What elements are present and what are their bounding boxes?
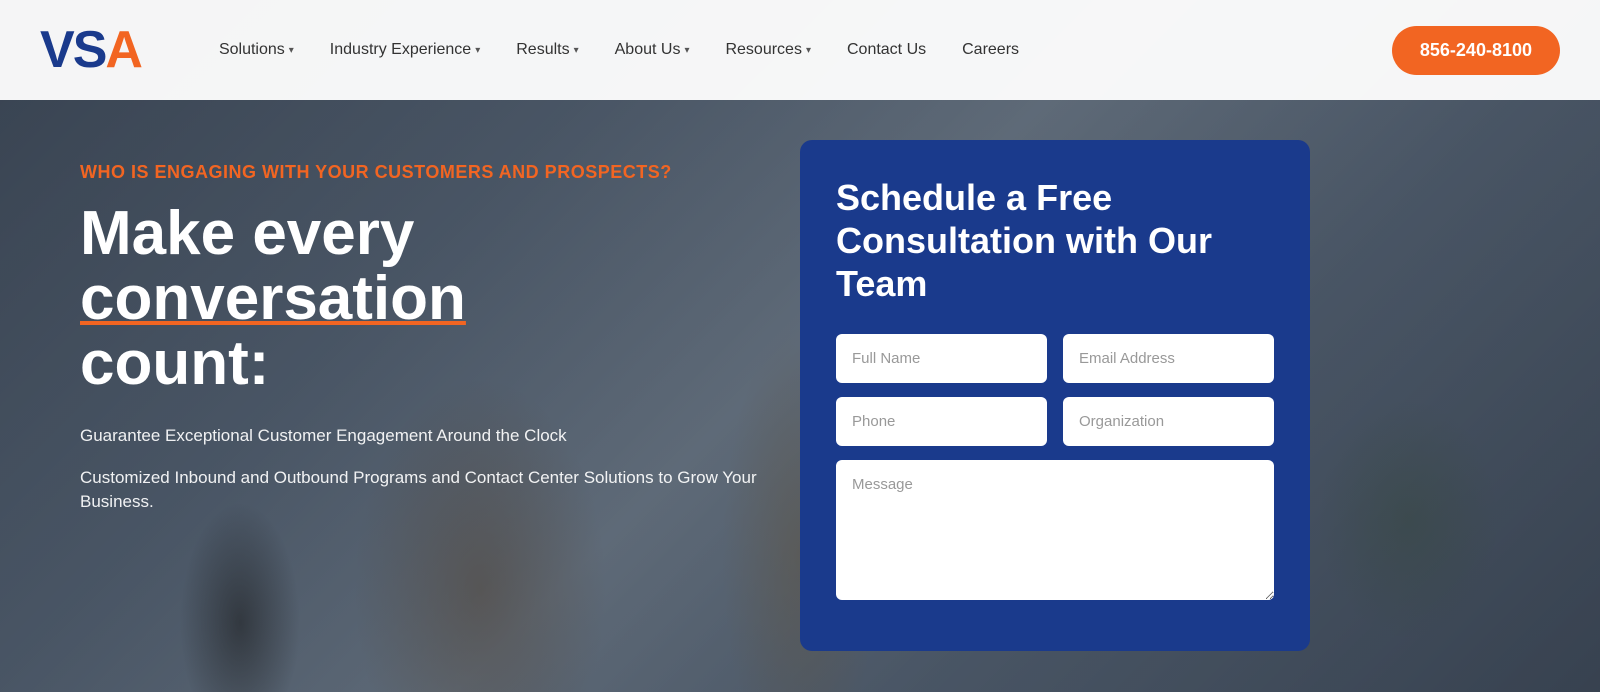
hero-bullet-2: Customized Inbound and Outbound Programs… [80, 466, 760, 514]
chevron-down-icon: ▾ [289, 45, 294, 56]
chevron-down-icon: ▾ [475, 45, 480, 56]
chevron-down-icon: ▾ [574, 45, 579, 56]
nav-solutions[interactable]: Solutions ▾ [201, 31, 312, 69]
email-input[interactable] [1063, 334, 1274, 383]
chevron-down-icon: ▾ [684, 45, 689, 56]
phone-input[interactable] [836, 397, 1047, 446]
logo-v: V [40, 21, 73, 79]
consultation-form-panel: Schedule a Free Consultation with Our Te… [800, 140, 1310, 651]
main-nav: Solutions ▾ Industry Experience ▾ Result… [201, 31, 1392, 69]
hero-bullet-1: Guarantee Exceptional Customer Engagemen… [80, 424, 760, 448]
organization-input[interactable] [1063, 397, 1274, 446]
form-row-phone-org [836, 397, 1274, 446]
nav-resources[interactable]: Resources ▾ [707, 31, 829, 69]
full-name-input[interactable] [836, 334, 1047, 383]
form-title: Schedule a Free Consultation with Our Te… [836, 176, 1274, 306]
form-row-name-email [836, 334, 1274, 383]
nav-contact-us[interactable]: Contact Us [829, 31, 944, 69]
logo-s: S [73, 21, 106, 79]
phone-button[interactable]: 856-240-8100 [1392, 26, 1560, 75]
logo-a: A [105, 21, 141, 79]
chevron-down-icon: ▾ [806, 45, 811, 56]
nav-careers[interactable]: Careers [944, 31, 1037, 69]
message-textarea[interactable] [836, 460, 1274, 600]
hero-left-content: WHO IS ENGAGING WITH YOUR CUSTOMERS AND … [80, 140, 760, 514]
nav-results[interactable]: Results ▾ [498, 31, 596, 69]
nav-industry-experience[interactable]: Industry Experience ▾ [312, 31, 498, 69]
hero-headline: Make every conversation count: [80, 201, 760, 396]
hero-eyebrow: WHO IS ENGAGING WITH YOUR CUSTOMERS AND … [80, 160, 760, 185]
logo[interactable]: VSA [40, 24, 141, 76]
hero-section: WHO IS ENGAGING WITH YOUR CUSTOMERS AND … [0, 100, 1600, 692]
header: VSA Solutions ▾ Industry Experience ▾ Re… [0, 0, 1600, 100]
form-row-message [836, 460, 1274, 605]
nav-about-us[interactable]: About Us ▾ [597, 31, 708, 69]
hero-bullets: Guarantee Exceptional Customer Engagemen… [80, 424, 760, 513]
